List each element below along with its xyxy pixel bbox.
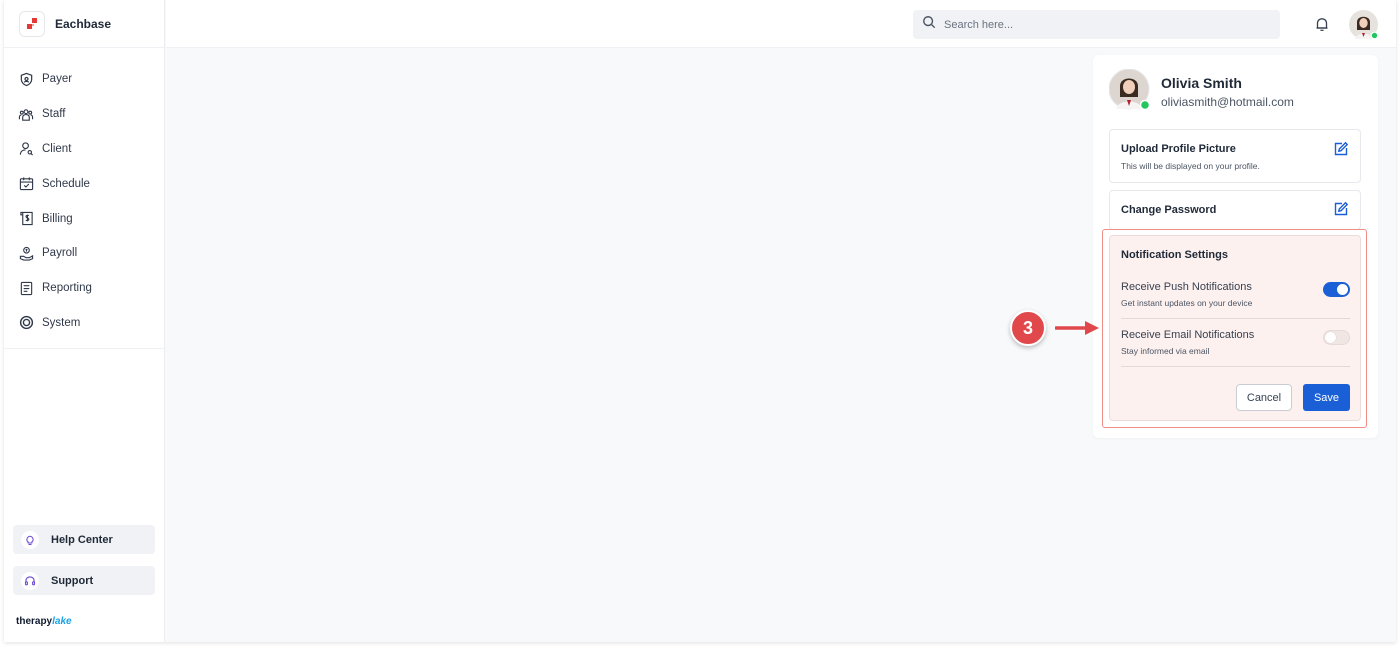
- sidebar-item-label: Billing: [42, 212, 73, 225]
- step-badge: 3: [1010, 310, 1046, 346]
- save-button[interactable]: Save: [1303, 384, 1350, 411]
- main-nav: Payer Staff Client Schedule Billing Payr…: [4, 48, 164, 350]
- email-notifications-subtitle: Stay informed via email: [1121, 346, 1210, 356]
- sidebar-item-label: Schedule: [42, 177, 90, 190]
- push-notifications-toggle[interactable]: [1323, 282, 1350, 297]
- sidebar-item-reporting[interactable]: Reporting: [4, 271, 164, 306]
- brand-name: Eachbase: [55, 16, 112, 31]
- brand[interactable]: Eachbase: [4, 0, 164, 48]
- billing-icon: [18, 211, 34, 227]
- sidebar-item-schedule[interactable]: Schedule: [4, 166, 164, 201]
- sidebar: Eachbase Payer Staff Client Schedule Bil…: [4, 0, 165, 642]
- sidebar-item-billing[interactable]: Billing: [4, 201, 164, 236]
- sidebar-item-label: Client: [42, 142, 72, 155]
- email-notifications-label: Receive Email Notifications: [1121, 329, 1255, 341]
- push-notifications-label: Receive Push Notifications: [1121, 281, 1252, 293]
- bell-icon[interactable]: [1314, 16, 1332, 34]
- profile-email: oliviasmith@hotmail.com: [1161, 95, 1294, 109]
- toggle-knob: [1325, 332, 1336, 343]
- calendar-icon: [18, 176, 34, 192]
- push-notifications-subtitle: Get instant updates on your device: [1121, 298, 1253, 308]
- client-icon: [18, 141, 34, 157]
- toggle-knob: [1337, 284, 1348, 295]
- sidebar-item-payroll[interactable]: Payroll: [4, 236, 164, 271]
- upload-picture-title: Upload Profile Picture: [1121, 143, 1236, 155]
- divider: [1121, 366, 1350, 367]
- sidebar-item-label: Payroll: [42, 247, 78, 260]
- sidebar-item-client[interactable]: Client: [4, 132, 164, 167]
- brand-logo-icon: [19, 10, 45, 37]
- divider: [1121, 318, 1350, 319]
- notification-settings-title: Notification Settings: [1121, 249, 1228, 261]
- shield-icon: [18, 71, 34, 87]
- change-password-title: Change Password: [1121, 204, 1217, 216]
- headset-icon: [21, 571, 39, 590]
- sidebar-item-label: Reporting: [42, 282, 92, 295]
- email-notifications-toggle[interactable]: [1323, 330, 1350, 345]
- cancel-button[interactable]: Cancel: [1236, 384, 1292, 411]
- system-icon: [18, 315, 34, 331]
- help-center-button[interactable]: Help Center: [13, 525, 155, 554]
- notification-settings-card: Notification Settings Receive Push Notif…: [1109, 235, 1361, 421]
- arrow-right-icon: [1054, 318, 1101, 338]
- sidebar-item-staff[interactable]: Staff: [4, 97, 164, 132]
- support-button[interactable]: Support: [13, 566, 155, 595]
- upload-picture-subtitle: This will be displayed on your profile.: [1121, 161, 1260, 171]
- edit-icon[interactable]: [1333, 201, 1349, 217]
- help-center-label: Help Center: [51, 533, 113, 546]
- search-icon: [922, 15, 936, 34]
- sidebar-item-payer[interactable]: Payer: [4, 62, 164, 97]
- sidebar-item-label: Payer: [42, 73, 73, 86]
- edit-icon[interactable]: [1333, 141, 1349, 157]
- upload-picture-card[interactable]: Upload Profile Picture This will be disp…: [1109, 129, 1361, 183]
- user-avatar[interactable]: [1349, 10, 1379, 40]
- search-input[interactable]: [944, 18, 1264, 31]
- report-icon: [18, 280, 34, 296]
- sidebar-item-system[interactable]: System: [4, 306, 164, 341]
- therapylake-logo: therapylake: [16, 616, 72, 627]
- sidebar-item-label: System: [42, 316, 81, 329]
- staff-icon: [18, 106, 34, 122]
- sidebar-item-label: Staff: [42, 108, 66, 121]
- search-bar[interactable]: [913, 10, 1280, 39]
- profile-name: Olivia Smith: [1161, 75, 1242, 91]
- profile-avatar: [1108, 68, 1151, 111]
- topbar: [166, 0, 1396, 48]
- support-label: Support: [51, 574, 94, 587]
- change-password-card[interactable]: Change Password: [1109, 190, 1361, 230]
- payroll-icon: [18, 245, 34, 261]
- lightbulb-icon: [21, 530, 39, 549]
